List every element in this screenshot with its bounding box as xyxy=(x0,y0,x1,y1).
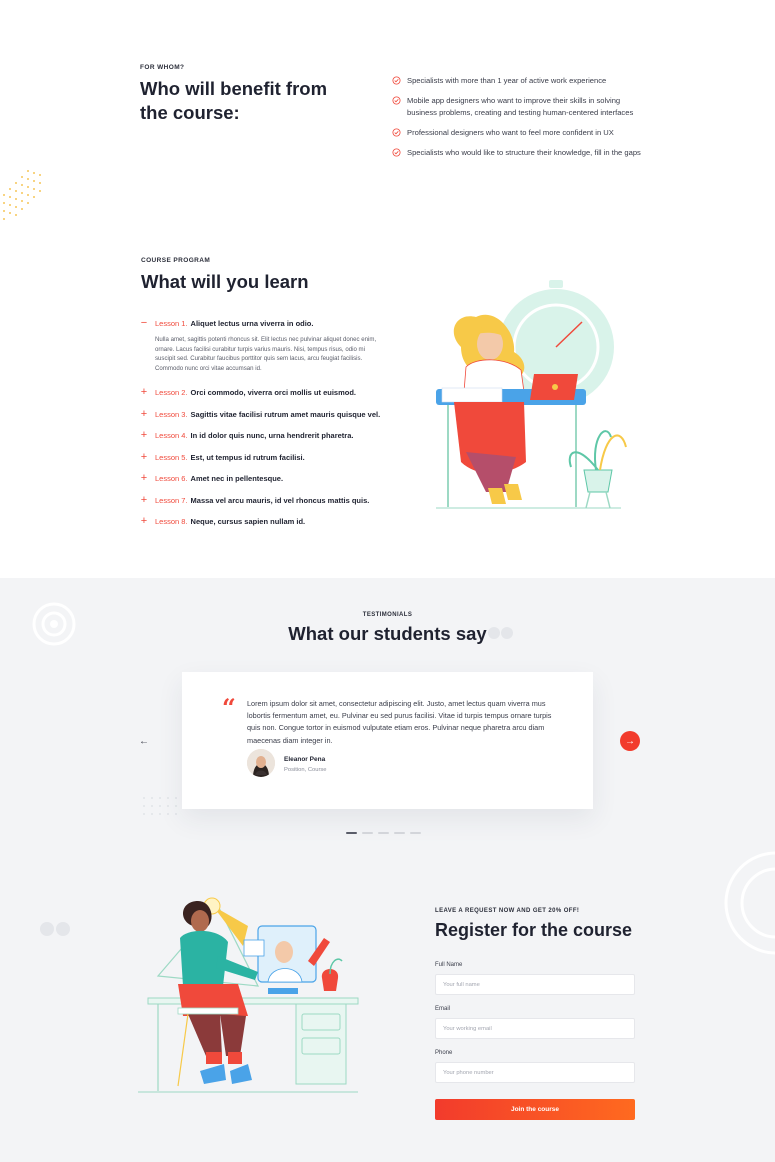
lessons-accordion: − Lesson 1. Aliquet lectus urna viverra i… xyxy=(138,318,388,538)
lesson-title: Est, ut tempus id rutrum facilisi. xyxy=(190,452,305,462)
program-eyebrow: COURSE PROGRAM xyxy=(141,257,211,264)
pagination-dot-5[interactable] xyxy=(410,832,421,834)
testimonial-position: Position, Course xyxy=(284,767,327,773)
pagination-dot-4[interactable] xyxy=(394,832,405,834)
lesson-number: Lesson 2. xyxy=(155,388,188,397)
benefit-text: Specialists who would like to structure … xyxy=(407,147,641,157)
phone-label: Phone xyxy=(435,1050,453,1056)
lesson-number: Lesson 5. xyxy=(155,452,188,462)
lesson-title: Sagittis vitae facilisi rutrum amet maur… xyxy=(190,409,381,419)
testimonials-eyebrow: TESTIMONIALS xyxy=(362,612,413,618)
dot-pattern-decoration xyxy=(3,170,41,220)
arrow-left-icon: ← xyxy=(139,735,149,747)
testimonial-author: Eleanor Pena xyxy=(284,756,326,763)
plus-icon[interactable]: + xyxy=(139,451,149,463)
pagination-dot-1[interactable] xyxy=(346,832,357,834)
prev-slide-button[interactable]: ← xyxy=(134,731,154,751)
lesson-item[interactable]: + Lesson 2. Orci commodo, viverra orci mo… xyxy=(138,387,388,398)
check-circle-icon xyxy=(392,128,401,137)
arrow-right-icon: → xyxy=(625,735,635,747)
check-circle-icon xyxy=(392,76,401,85)
lesson-number: Lesson 1. xyxy=(155,319,188,328)
email-label: Email xyxy=(435,1006,451,1012)
pagination-dot-3[interactable] xyxy=(378,832,389,834)
plus-icon[interactable]: + xyxy=(139,430,149,441)
learning-illustration xyxy=(436,280,627,509)
register-title: Register for the course xyxy=(435,920,633,940)
pagination-dot-2[interactable] xyxy=(362,832,373,834)
join-course-button[interactable]: Join the course xyxy=(435,1099,635,1120)
benefit-item: Specialists who would like to structure … xyxy=(392,147,642,159)
benefit-text: Mobile app designers who want to improve… xyxy=(407,95,634,118)
plus-icon[interactable]: + xyxy=(139,516,149,527)
quote-decoration-icon xyxy=(40,922,70,936)
check-circle-icon xyxy=(392,96,401,105)
lesson-number: Lesson 6. xyxy=(155,474,188,483)
full-name-field[interactable] xyxy=(435,974,635,995)
for-whom-eyebrow: FOR WHOM? xyxy=(140,64,185,71)
lesson-title: Amet nec in pellentesque. xyxy=(190,474,284,483)
for-whom-title: Who will benefit from the course: xyxy=(140,78,328,123)
lesson-number: Lesson 8. xyxy=(155,517,188,526)
benefit-item: Specialists with more than 1 year of act… xyxy=(392,75,642,87)
benefit-text: Specialists with more than 1 year of act… xyxy=(407,76,607,85)
lesson-item[interactable]: + Lesson 8. Neque, cursus sapien nullam i… xyxy=(138,516,388,527)
lesson-item[interactable]: + Lesson 6. Amet nec in pellentesque. xyxy=(138,473,388,484)
lesson-item[interactable]: − Lesson 1. Aliquet lectus urna viverra i… xyxy=(138,318,388,373)
lesson-item[interactable]: + Lesson 7. Massa vel arcu mauris, id vel… xyxy=(138,494,388,506)
program-title: What will you learn xyxy=(141,271,309,292)
minus-icon[interactable]: − xyxy=(139,318,149,329)
landing-page: FOR WHOM? Who will benefit from the cour… xyxy=(0,0,775,1162)
lesson-number: Lesson 7. xyxy=(155,495,188,505)
register-eyebrow: LEAVE A REQUEST NOW AND GET 20% OFF! xyxy=(435,908,580,914)
slider-pagination xyxy=(346,832,421,834)
lesson-description: Nulla amet, sagittis potenti rhoncus sit… xyxy=(155,336,377,372)
lesson-item[interactable]: + Lesson 3. Sagittis vitae facilisi rutru… xyxy=(138,408,388,420)
lesson-title: Aliquet lectus urna viverra in odio. xyxy=(190,319,314,328)
benefit-item: Professional designers who want to feel … xyxy=(392,127,642,139)
lesson-item[interactable]: + Lesson 5. Est, ut tempus id rutrum faci… xyxy=(138,451,388,463)
lesson-title: Neque, cursus sapien nullam id. xyxy=(190,517,306,526)
email-field[interactable] xyxy=(435,1018,635,1039)
lesson-title: Orci commodo, viverra orci mollis ut eui… xyxy=(190,388,356,397)
plus-icon[interactable]: + xyxy=(139,473,149,484)
lesson-number: Lesson 4. xyxy=(155,431,188,440)
benefit-text: Professional designers who want to feel … xyxy=(407,127,614,137)
avatar xyxy=(247,749,275,777)
plus-icon[interactable]: + xyxy=(139,408,149,420)
for-whom-section: FOR WHOM? Who will benefit from the cour… xyxy=(0,0,775,578)
phone-field[interactable] xyxy=(435,1062,635,1083)
lesson-title: Massa vel arcu mauris, id vel rhoncus ma… xyxy=(190,495,370,505)
next-slide-button[interactable]: → xyxy=(620,731,640,751)
testimonial-card: “ Lorem ipsum dolor sit amet, consectetu… xyxy=(182,672,593,809)
person-photo xyxy=(247,749,275,777)
benefits-list: Specialists with more than 1 year of act… xyxy=(392,75,642,166)
quote-icon: “ xyxy=(222,693,236,722)
lesson-title: In id dolor quis nunc, urna hendrerit ph… xyxy=(190,431,354,440)
testimonials-section: TESTIMONIALS What our students say ← “ L… xyxy=(0,578,775,1162)
plus-icon[interactable]: + xyxy=(139,387,149,398)
benefit-item: Mobile app designers who want to improve… xyxy=(392,95,642,120)
plus-icon[interactable]: + xyxy=(139,494,149,506)
dot-pattern-decoration xyxy=(143,797,177,815)
check-circle-icon xyxy=(392,148,401,157)
online-class-illustration xyxy=(138,897,359,1093)
full-name-label: Full Name xyxy=(435,962,463,968)
lesson-item[interactable]: + Lesson 4. In id dolor quis nunc, urna h… xyxy=(138,430,388,441)
testimonials-title: What our students say xyxy=(288,623,487,644)
testimonial-quote: Lorem ipsum dolor sit amet, consectetur … xyxy=(247,699,552,745)
ring-decoration xyxy=(724,851,775,955)
lesson-number: Lesson 3. xyxy=(155,409,188,419)
